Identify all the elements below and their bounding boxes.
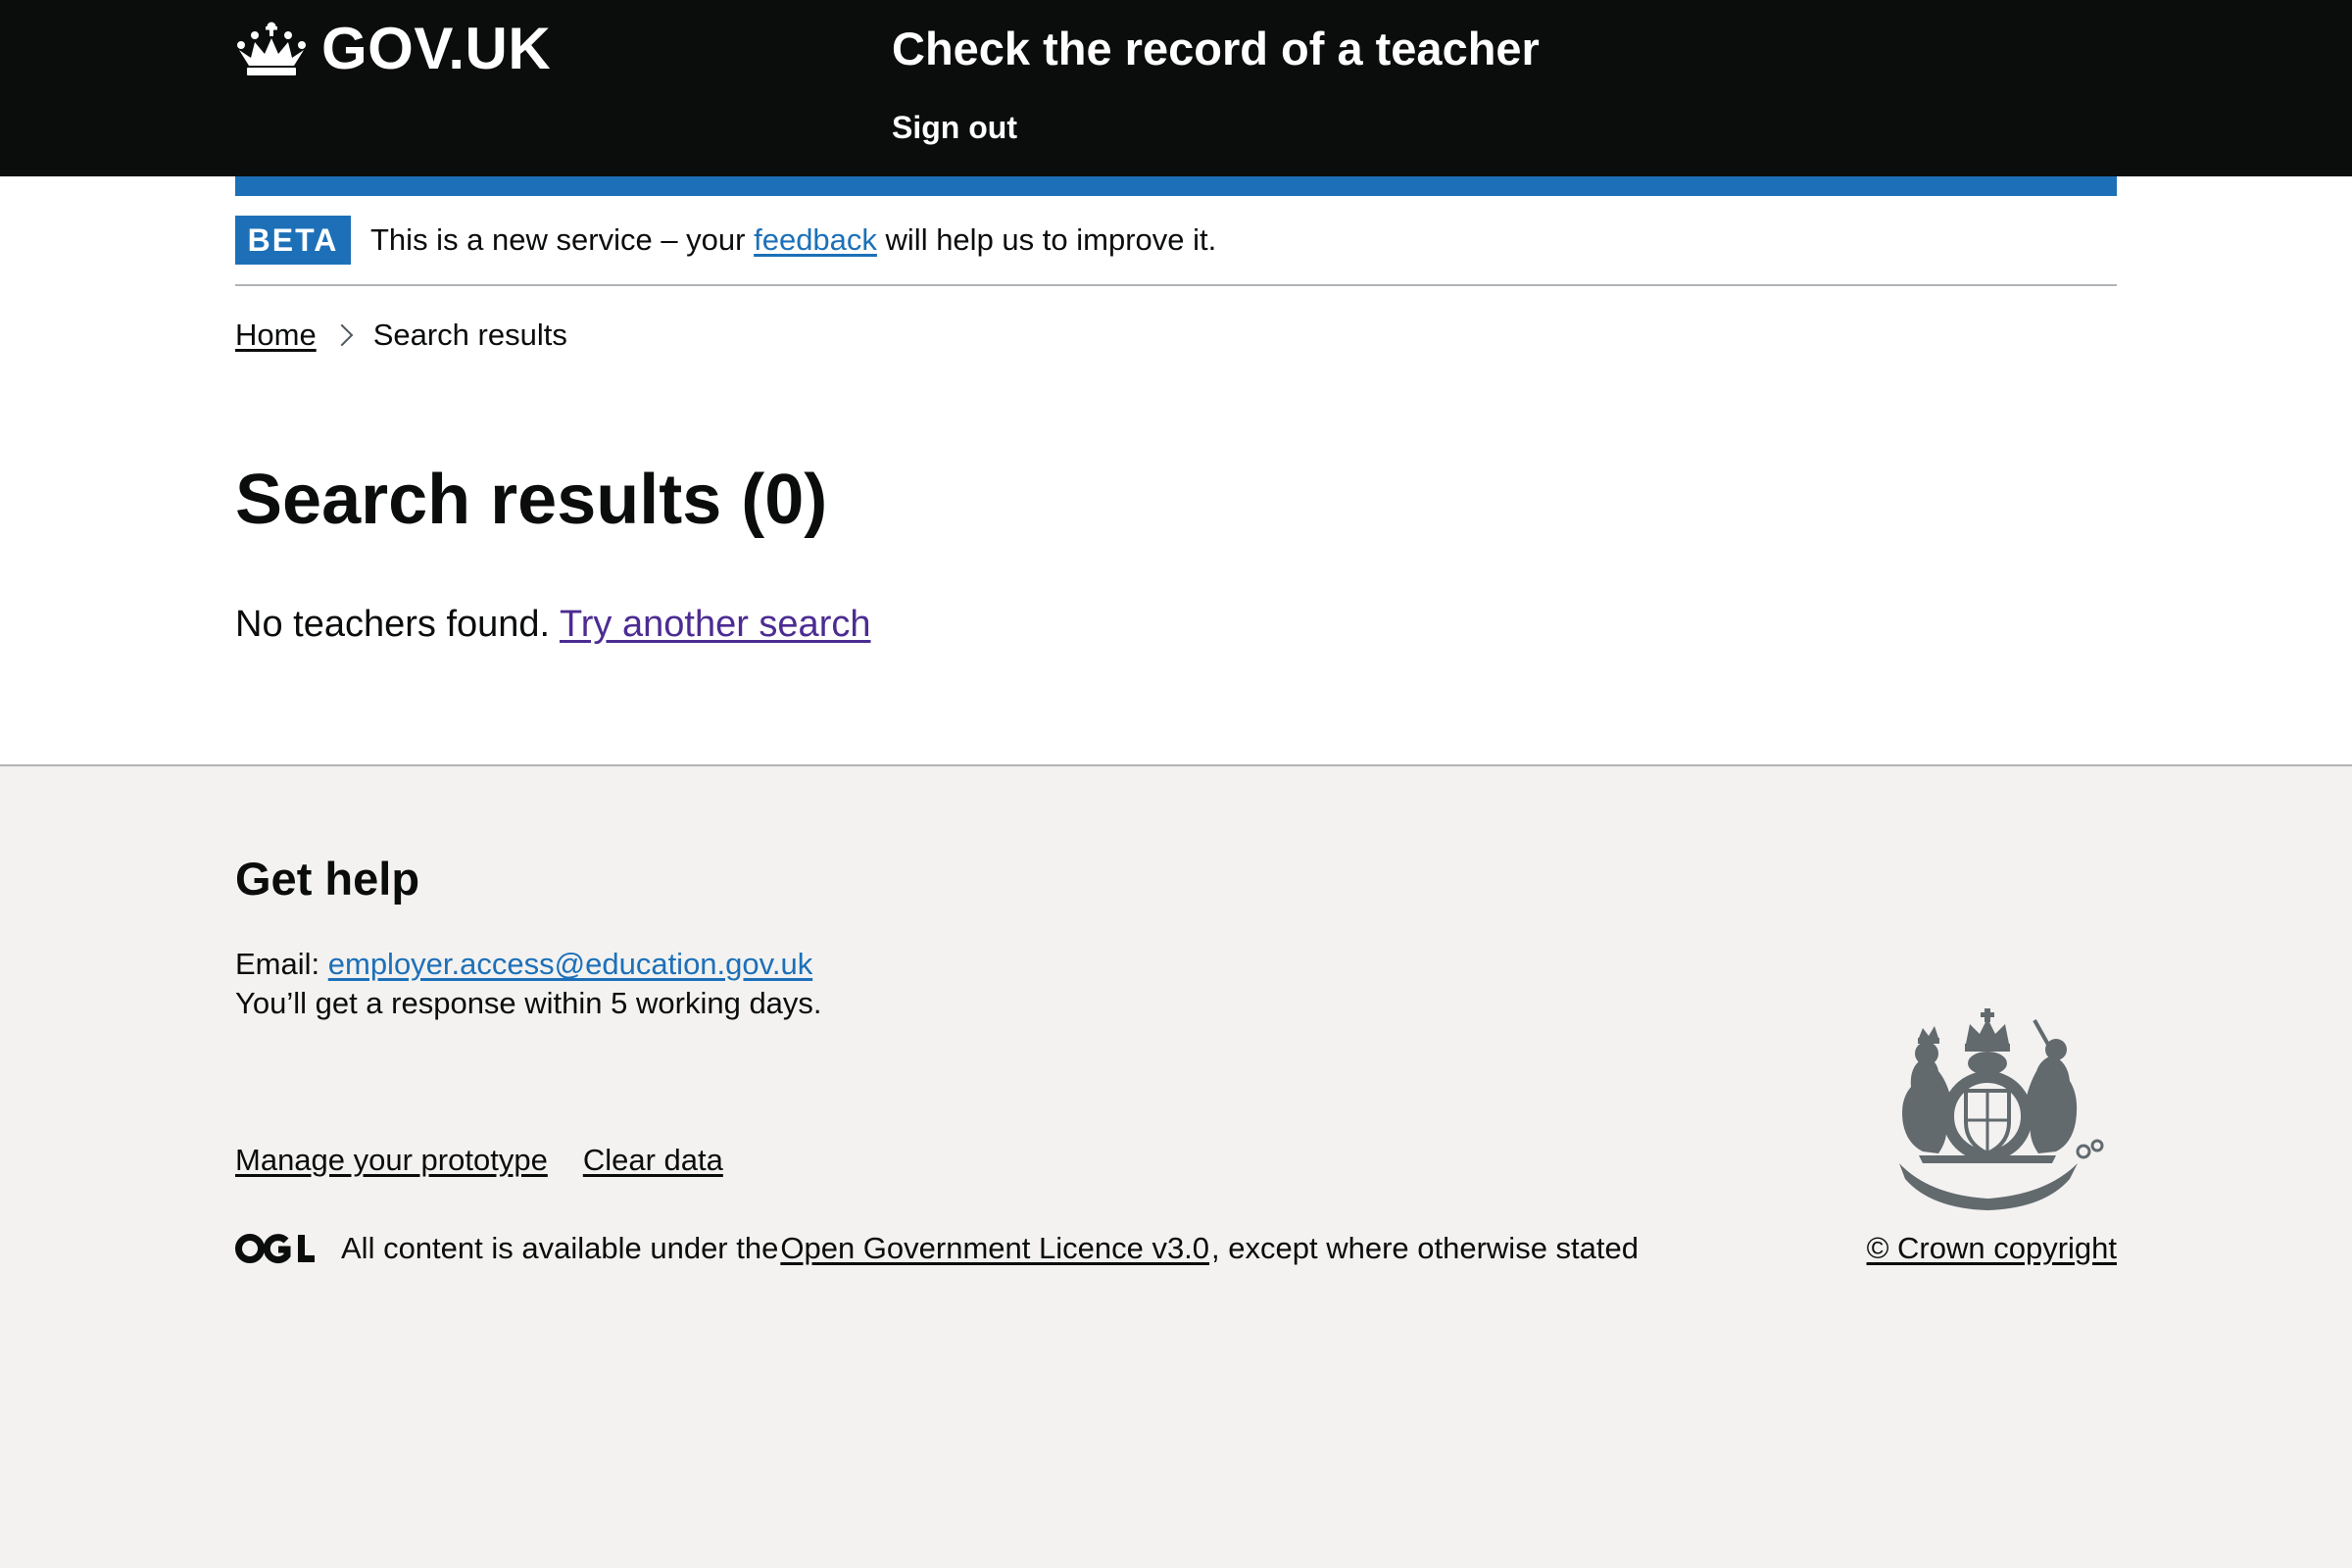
phase-text-before: This is a new service – your [370,222,755,257]
govuk-logo-link[interactable]: GOV.UK [235,14,551,84]
beta-tag: BETA [235,216,351,265]
royal-coat-of-arms [1899,1008,2104,1210]
manage-prototype-link[interactable]: Manage your prototype [235,1141,548,1180]
page-title: Search results (0) [235,461,828,539]
licence-text-after: , except where otherwise stated [1211,1231,1639,1265]
clear-data-link[interactable]: Clear data [583,1141,723,1180]
help-email-line: Email: employer.access@education.gov.uk [235,945,812,984]
header-blue-bar [235,176,2117,196]
breadcrumb-current: Search results [372,318,567,352]
crown-icon [237,22,306,75]
crown-copyright-link[interactable]: © Crown copyright [1867,1229,2117,1268]
breadcrumb: Home Search results [235,316,567,355]
phase-text-after: will help us to improve it. [876,222,1217,257]
try-another-search-link[interactable]: Try another search [560,604,871,645]
licence-statement: All content is available under the Open … [235,1229,1639,1268]
ogl-licence-link[interactable]: Open Government Licence v3.0 [780,1229,1209,1268]
govuk-logo-text: GOV.UK [321,16,552,81]
site-header: GOV.UK Check the record of a teacher Sig… [0,0,2352,176]
service-name-link[interactable]: Check the record of a teacher [892,20,1540,78]
ogl-logo [235,1234,315,1264]
help-email-link[interactable]: employer.access@education.gov.uk [328,947,812,981]
sign-out-link[interactable]: Sign out [892,108,1017,147]
email-label: Email: [235,947,328,981]
site-footer: Get help Email: employer.access@educatio… [0,764,2352,1568]
phase-banner: BETA This is a new service – your feedba… [235,196,2117,286]
get-help-heading: Get help [235,853,420,905]
licence-text-before: All content is available under the [341,1231,779,1265]
no-results-text: No teachers found. [235,604,560,645]
breadcrumb-home-link[interactable]: Home [235,316,317,355]
help-response-time: You’ll get a response within 5 working d… [235,986,822,1020]
footer-links: Manage your prototype Clear data [235,1141,723,1180]
phase-banner-text: This is a new service – your feedback wi… [370,220,1216,261]
feedback-link[interactable]: feedback [754,222,877,257]
no-results-message: No teachers found. Try another search [235,600,870,649]
chevron-right-icon [330,323,354,347]
